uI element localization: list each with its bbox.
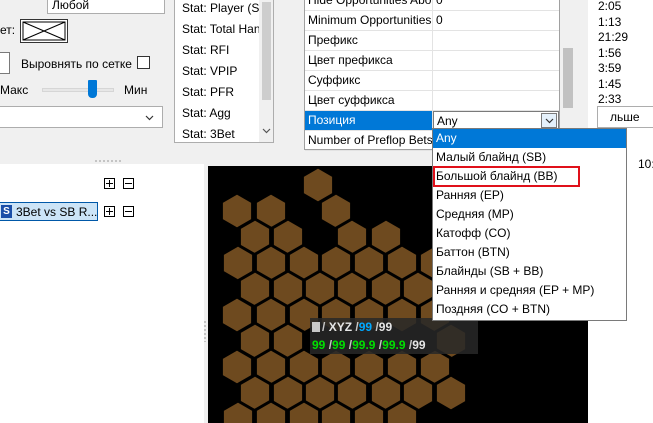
stats-list-item[interactable]: Stat: Player (Sh — [175, 0, 266, 19]
stats-list-item[interactable]: Stat: Agg — [175, 103, 259, 124]
right-partial-text: 10: — [638, 157, 653, 171]
stats-list-item[interactable]: Stat: PFR — [175, 82, 259, 103]
right-select-value: льше — [610, 110, 640, 124]
stats-list-item[interactable]: Stat: VPIP — [175, 61, 259, 82]
hud-sep-1: / — [322, 320, 326, 334]
time-cell: 21:29 — [598, 30, 629, 44]
time-cell: 2:05 — [598, 0, 622, 13]
property-value: 0 — [436, 0, 443, 7]
chevron-down-icon — [545, 118, 554, 124]
tree-node-selected[interactable]: S 3Bet vs SB R... — [0, 202, 98, 221]
property-row[interactable]: Цвет суффикса — [305, 91, 559, 111]
property-label: Hide Opportunities Abo — [308, 0, 432, 7]
position-option[interactable]: Ранняя и средняя (EP + MP) — [433, 281, 626, 300]
property-scroll-thumb[interactable] — [563, 48, 573, 108]
time-cell: 1:13 — [598, 14, 622, 29]
property-row[interactable]: Префикс — [305, 31, 559, 51]
property-row[interactable]: Hide Opportunities Abo 0 — [305, 0, 559, 11]
hud-stat-2: 99 — [332, 338, 346, 352]
left-bottom-select[interactable] — [0, 106, 163, 128]
hud-overlay[interactable]: / XYZ /99 /99 99 /99 /99.9 /99.9 /99 — [310, 318, 478, 354]
position-option[interactable]: Блайнды (SB + BB) — [433, 262, 626, 281]
stats-scroll-thumb[interactable] — [262, 2, 271, 100]
snap-to-grid-label: Выровнять по сетке — [21, 57, 132, 71]
position-option[interactable]: Средняя (MP) — [433, 205, 626, 224]
hud-stat-white: 99 — [378, 320, 393, 334]
size-slider-track[interactable] — [42, 88, 114, 92]
stat-node-icon: S — [1, 205, 12, 218]
property-label: Суффикс — [308, 73, 361, 87]
position-option[interactable]: Ранняя (EP) — [433, 186, 626, 205]
stats-list-item[interactable]: Stat: Total Han — [175, 19, 261, 40]
node-collapse-button[interactable] — [123, 206, 134, 217]
position-option[interactable]: Малый блайнд (SB) — [433, 148, 626, 167]
property-label: Minimum Opportunities — [308, 13, 432, 27]
hud-stat-4: 99.9 — [382, 338, 406, 352]
position-option[interactable]: Any — [433, 129, 626, 148]
hex-cell — [433, 373, 469, 413]
hud-player-name: XYZ — [328, 320, 353, 334]
number-input[interactable] — [0, 52, 10, 74]
right-time-column: 2:05 1:13 21:29 1:56 3:59 1:45 2:33 — [598, 0, 628, 108]
node-expand-button[interactable] — [104, 206, 115, 217]
color-label: ет: — [0, 23, 16, 37]
property-value: 0 — [436, 13, 443, 27]
hud-stat-cyan: 99 — [358, 320, 373, 334]
no-color-icon — [22, 21, 66, 41]
splitter-grip-icon — [94, 160, 122, 162]
position-option[interactable]: Баттон (BTN) — [433, 243, 626, 262]
property-label: Позиция — [308, 113, 356, 127]
position-option[interactable]: Катофф (CO) — [433, 224, 626, 243]
scroll-down-arrow-icon[interactable] — [262, 126, 271, 135]
position-combo-button[interactable] — [541, 113, 557, 128]
hud-player-icon — [312, 322, 320, 332]
tree-node-label: 3Bet vs SB R... — [16, 205, 98, 219]
time-cell: 1:45 — [598, 76, 622, 91]
stats-list-item[interactable]: Stat: RFI — [175, 40, 259, 61]
any-select-value: Любой — [52, 0, 90, 12]
right-select[interactable]: льше — [597, 106, 653, 128]
time-cell: 1:56 — [598, 45, 622, 60]
property-label: Number of Preflop Bets — [308, 133, 433, 147]
chevron-down-icon — [145, 115, 154, 121]
position-dropdown-list[interactable]: Any Малый блайнд (SB) Большой блайнд (BB) Р… — [432, 128, 627, 321]
property-label: Префикс — [308, 33, 358, 47]
position-combo-value: Any — [437, 114, 458, 128]
snap-to-grid-checkbox[interactable] — [137, 56, 150, 69]
max-label: Макс — [0, 83, 29, 97]
stats-list-item[interactable]: Stat: 3Bet — [175, 124, 259, 142]
property-row[interactable]: Суффикс — [305, 71, 559, 91]
stats-list-scrollbar[interactable] — [259, 0, 273, 142]
stats-list[interactable]: Stat: Player (Sh Stat: Total Han Stat: RFI… — [174, 0, 274, 143]
property-row[interactable]: Цвет префикса — [305, 51, 559, 71]
property-label: Цвет префикса — [308, 53, 393, 67]
color-swatch-button[interactable] — [20, 19, 68, 43]
property-label: Цвет суффикса — [308, 93, 395, 107]
highlight-box — [433, 166, 580, 187]
collapse-button[interactable] — [123, 178, 134, 189]
property-row[interactable]: Minimum Opportunities 0 — [305, 11, 559, 31]
size-slider-thumb[interactable] — [88, 80, 97, 98]
any-select[interactable]: Любой — [47, 0, 165, 14]
hud-stat-1: 99 — [312, 338, 326, 352]
min-label: Мин — [124, 83, 148, 97]
hud-stat-5: 99 — [412, 338, 426, 352]
vertical-splitter-grip[interactable] — [204, 320, 206, 342]
hud-stat-3: 99.9 — [352, 338, 376, 352]
time-cell: 3:59 — [598, 61, 622, 75]
expand-button[interactable] — [104, 178, 115, 189]
position-option[interactable]: Поздняя (CO + BTN) — [433, 300, 626, 319]
